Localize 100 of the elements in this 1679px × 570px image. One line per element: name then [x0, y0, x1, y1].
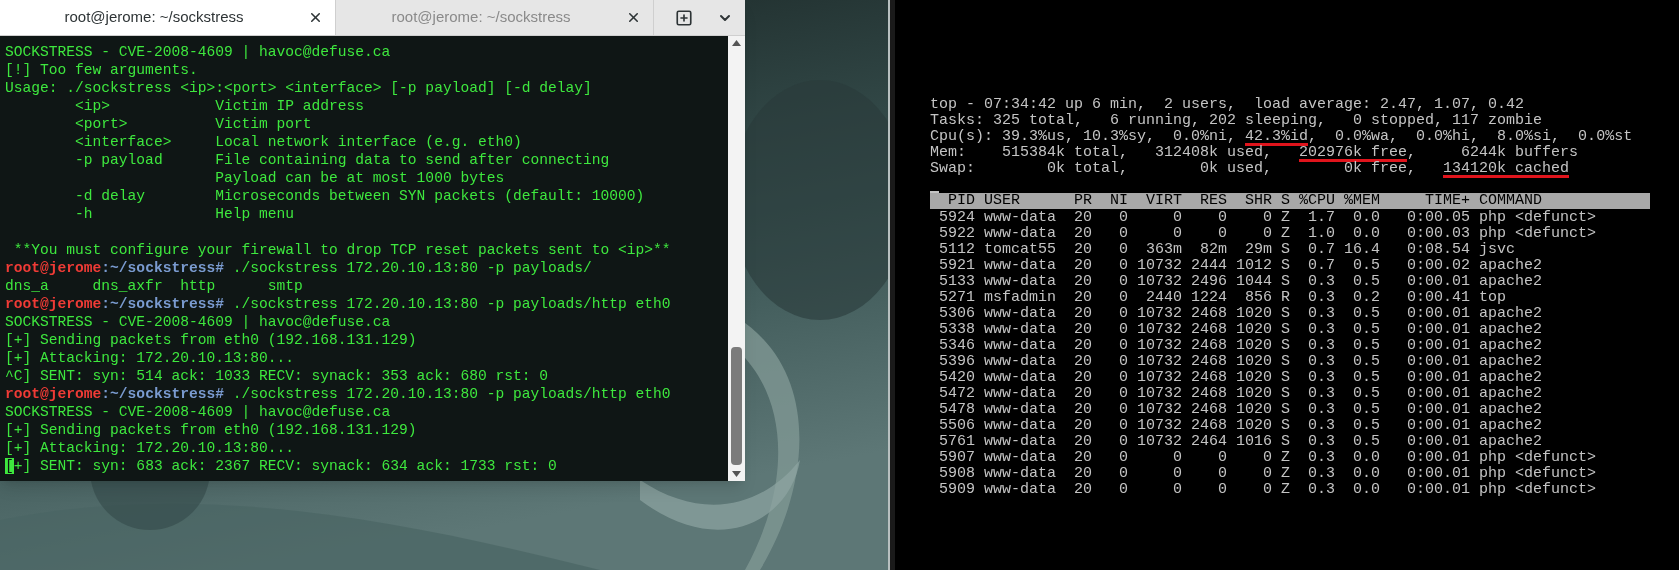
terminal-line: ^C] SENT: syn: 514 ack: 1033 RECV: synack: 353 ack: 680 rst: 0	[5, 367, 548, 385]
column-header[interactable]: VIRT	[1128, 193, 1182, 209]
table-cell: 5396	[939, 354, 975, 370]
scrollbar-thumb[interactable]	[731, 347, 742, 465]
table-cell-text: 0.0	[1352, 466, 1380, 482]
table-cell-text: 0:00.01	[1406, 434, 1470, 450]
table-cell-text: 0.5	[1352, 370, 1380, 386]
table-cell-text: www-data	[984, 210, 1057, 226]
prompt-line: root@jerome:~/sockstress# ./sockstress 172.20.10.13:80 -p payloads/http eth0	[5, 385, 671, 403]
scrollbar[interactable]	[728, 36, 745, 481]
table-cell-text: 10732	[1136, 386, 1182, 402]
prompt-line: root@jerome:~/sockstress# ./sockstress 172.20.10.13:80 -p payloads/	[5, 259, 592, 277]
table-cell-text: 10732	[1136, 322, 1182, 338]
scroll-up-icon[interactable]	[732, 40, 741, 46]
table-cell-text: 0	[1262, 482, 1272, 498]
table-cell-text: 0.3	[1307, 434, 1335, 450]
column-header[interactable]: COMMAND	[1479, 193, 1623, 209]
table-cell-text: www-data	[984, 402, 1057, 418]
table-cell-text: tomcat55	[984, 242, 1057, 258]
table-cell-text: 0	[1118, 354, 1128, 370]
table-cell-text: 2444	[1190, 258, 1227, 274]
table-cell-text: 0.3	[1307, 306, 1335, 322]
table-cell-text: 0.5	[1352, 306, 1380, 322]
table-cell-text: S	[1280, 338, 1290, 354]
table-cell-text: 0.3	[1307, 322, 1335, 338]
table-cell-text: php <defunct>	[1479, 210, 1598, 226]
terminal-line: <port> Victim port	[74, 115, 312, 133]
table-cell-text: 20	[1073, 418, 1092, 434]
table-cell-text: 0	[1118, 370, 1128, 386]
table-cell-text: S	[1280, 434, 1290, 450]
new-tab-icon[interactable]	[675, 8, 693, 27]
table-cell-text: 1020	[1235, 322, 1272, 338]
column-header[interactable]: PID	[939, 193, 975, 209]
scroll-down-icon[interactable]	[732, 471, 741, 477]
table-cell-text: www-data	[984, 226, 1057, 242]
table-cell-text: apache2	[1479, 274, 1543, 290]
table-cell-text: www-data	[984, 354, 1057, 370]
column-header[interactable]: PR	[1065, 193, 1092, 209]
column-header[interactable]: RES	[1182, 193, 1227, 209]
table-cell-text: apache2	[1479, 322, 1543, 338]
table-cell-text: 0:00.02	[1406, 258, 1470, 274]
table-cell-text: 0	[1172, 466, 1182, 482]
table-cell-text: www-data	[984, 450, 1057, 466]
table-cell-text: www-data	[984, 418, 1057, 434]
table-cell-text: 0.3	[1307, 482, 1335, 498]
table-cell-text: 0.0	[1352, 482, 1380, 498]
table-cell-text: 20	[1073, 338, 1092, 354]
summary-line: Cpu(s): 39.3%us, 10.3%sy, 0.0%ni, 42.3%id, 0.0%wa, 0.0%hi, 8.0%si, 0.0%st	[930, 129, 1633, 145]
close-icon[interactable]	[308, 10, 323, 25]
table-cell-text: 20	[1073, 386, 1092, 402]
table-cell-text: 0.5	[1352, 402, 1380, 418]
table-cell-text: S	[1280, 386, 1290, 402]
table-cell-text: 1020	[1235, 418, 1272, 434]
table-cell: 5420	[939, 370, 975, 386]
column-header[interactable]: %CPU	[1290, 193, 1335, 209]
table-cell-text: 1.7	[1307, 210, 1335, 226]
table-cell-text: 0	[1118, 274, 1128, 290]
terminal-tab[interactable]: root@jerome: ~/sockstress	[0, 0, 336, 35]
table-cell-text: 10732	[1136, 258, 1182, 274]
table-cell-text: Z	[1280, 466, 1290, 482]
table-cell-text: 0.3	[1307, 354, 1335, 370]
table-cell-text: 10732	[1136, 306, 1182, 322]
table-cell-text: 20	[1073, 450, 1092, 466]
column-header[interactable]: USER	[984, 193, 1065, 209]
terminal-line: [+] Attacking: 172.20.10.13:80...	[5, 439, 294, 457]
table-cell-text: 0.5	[1352, 258, 1380, 274]
table-cell-text: 20	[1073, 306, 1092, 322]
table-cell-text: www-data	[984, 482, 1057, 498]
terminal-line: SOCKSTRESS - CVE-2008-4609 | havoc@defuse.ca	[5, 403, 391, 421]
terminal-line: [+] Attacking: 172.20.10.13:80...	[5, 349, 294, 367]
table-cell-text: www-data	[984, 306, 1057, 322]
table-cell-text: 0.3	[1307, 418, 1335, 434]
table-cell-text: 0.3	[1307, 274, 1335, 290]
column-header[interactable]: %MEM	[1335, 193, 1380, 209]
table-cell-text: S	[1280, 402, 1290, 418]
table-cell-text: 10732	[1136, 402, 1182, 418]
table-cell-text: 0	[1172, 226, 1182, 242]
table-cell-text: 20	[1073, 274, 1092, 290]
prompt-line: root@jerome:~/sockstress# ./sockstress 172.20.10.13:80 -p payloads/http eth0	[5, 295, 671, 313]
table-cell-text: 0	[1217, 450, 1227, 466]
table-cell: 5921	[939, 258, 975, 274]
terminal-line: Usage: ./sockstress <ip>:<port> <interface> [-p payload] [-d delay]	[5, 79, 592, 97]
table-cell: 5924	[939, 210, 975, 226]
table-cell-text: 0.5	[1352, 354, 1380, 370]
table-cell-text: 1044	[1235, 274, 1272, 290]
table-cell-text: 0	[1118, 258, 1128, 274]
table-cell-text: 10732	[1136, 418, 1182, 434]
table-cell-text: www-data	[984, 338, 1057, 354]
table-cell-text: 20	[1073, 482, 1092, 498]
table-cell-text: 1020	[1235, 402, 1272, 418]
table-cell-text: apache2	[1479, 434, 1543, 450]
table-cell-text: 10732	[1136, 274, 1182, 290]
column-header[interactable]: TIME+	[1380, 193, 1470, 209]
table-cell-text: 2440	[1145, 290, 1182, 306]
table-cell-text: 0:00.41	[1406, 290, 1470, 306]
column-header[interactable]: SHR	[1227, 193, 1272, 209]
column-header[interactable]: S	[1272, 193, 1290, 209]
table-cell-text: apache2	[1479, 402, 1543, 418]
close-icon[interactable]	[626, 10, 641, 25]
column-header[interactable]: NI	[1092, 193, 1128, 209]
